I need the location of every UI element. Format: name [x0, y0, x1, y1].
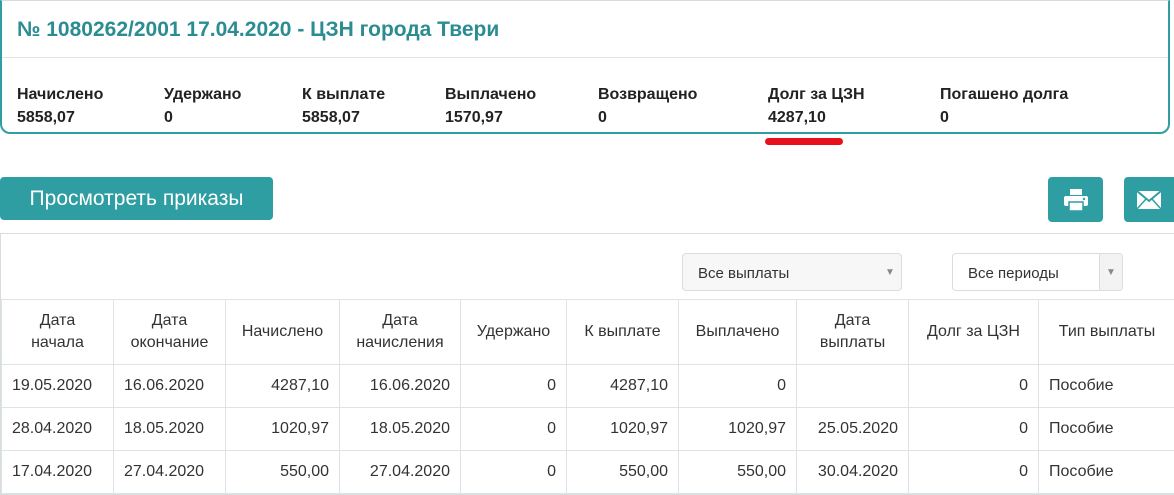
col-header-payment-type[interactable]: Тип выплаты: [1038, 299, 1174, 365]
summary-value: 0: [164, 109, 173, 126]
cell-end-date: 18.05.2020: [113, 407, 226, 451]
cell-accrued: 1020,97: [225, 407, 340, 451]
cell-end-date: 27.04.2020: [113, 450, 226, 494]
summary-label: Выплачено: [445, 86, 537, 103]
cell-withheld: 0: [460, 407, 567, 451]
card-title: № 1080262/2001 17.04.2020 - ЦЗН города Т…: [2, 1, 1168, 58]
cell-payment-type: Пособие: [1038, 364, 1174, 408]
cell-start-date: 17.04.2020: [1, 450, 114, 494]
cell-debt: 0: [908, 450, 1039, 494]
cell-paid: 0: [678, 364, 797, 408]
summary-value: 1570,97: [445, 109, 503, 126]
summary-value: 4287,10: [768, 109, 826, 126]
cell-accrual-date: 18.05.2020: [339, 407, 461, 451]
cell-accrued: 550,00: [225, 450, 340, 494]
cell-accrual-date: 16.06.2020: [339, 364, 461, 408]
summary-label: Погашено долга: [940, 86, 1069, 103]
payments-filter-select[interactable]: Все выплаты ▼: [682, 253, 902, 291]
summary-label: Удержано: [164, 86, 242, 103]
cell-to-pay: 4287,10: [566, 364, 679, 408]
col-header-accrual-date[interactable]: Дата начисления: [339, 299, 461, 365]
col-header-debt[interactable]: Долг за ЦЗН: [908, 299, 1039, 365]
cell-payment-type: Пособие: [1038, 407, 1174, 451]
chevron-down-icon: ▼: [885, 266, 895, 278]
summary-value: 5858,07: [302, 109, 360, 126]
cell-withheld: 0: [460, 364, 567, 408]
summary-debt-repaid: Погашено долга 0: [940, 86, 1068, 127]
col-header-to-pay[interactable]: К выплате: [566, 299, 679, 365]
print-button[interactable]: [1048, 177, 1103, 222]
printer-icon: [1063, 188, 1088, 212]
cell-to-pay: 550,00: [566, 450, 679, 494]
highlight-underline: [765, 138, 843, 145]
table-row: 28.04.2020 18.05.2020 1020,97 18.05.2020…: [1, 407, 1174, 451]
summary-debt: Долг за ЦЗН 4287,10: [768, 86, 865, 127]
summary-paid: Выплачено 1570,97: [445, 86, 536, 127]
cell-payment-date: 25.05.2020: [796, 407, 909, 451]
payments-panel: Все выплаты ▼ Все периоды ▼ Дата начала Д…: [0, 233, 1174, 495]
table-row: 17.04.2020 27.04.2020 550,00 27.04.2020 …: [1, 450, 1174, 494]
payments-table: Дата начала Дата окончание Начислено Дата н…: [1, 299, 1174, 494]
summary-value: 0: [598, 109, 607, 126]
summary-accrued: Начислено 5858,07: [17, 86, 103, 127]
cell-debt: 0: [908, 407, 1039, 451]
col-header-accrued[interactable]: Начислено: [225, 299, 340, 365]
email-button[interactable]: [1124, 177, 1174, 222]
summary-label: Возвращено: [598, 86, 698, 103]
periods-filter-select[interactable]: Все периоды ▼: [952, 253, 1123, 291]
cell-payment-type: Пособие: [1038, 450, 1174, 494]
table-row: 19.05.2020 16.06.2020 4287,10 16.06.2020…: [1, 364, 1174, 408]
summary-label: К выплате: [302, 86, 386, 103]
summary-value: 0: [940, 109, 949, 126]
cell-paid: 550,00: [678, 450, 797, 494]
cell-start-date: 19.05.2020: [1, 364, 114, 408]
summary-value: 5858,07: [17, 109, 75, 126]
col-header-payment-date[interactable]: Дата выплаты: [796, 299, 909, 365]
col-header-end-date[interactable]: Дата окончание: [113, 299, 226, 365]
chevron-down-icon: ▼: [1099, 254, 1122, 290]
cell-start-date: 28.04.2020: [1, 407, 114, 451]
cell-accrued: 4287,10: [225, 364, 340, 408]
view-orders-button[interactable]: Просмотреть приказы: [0, 177, 273, 220]
select-value: Все выплаты: [698, 265, 790, 282]
col-header-withheld[interactable]: Удержано: [460, 299, 567, 365]
col-header-start-date[interactable]: Дата начала: [1, 299, 114, 365]
summary-label: Долг за ЦЗН: [768, 86, 865, 103]
cell-withheld: 0: [460, 450, 567, 494]
summary-label: Начислено: [17, 86, 104, 103]
cell-debt: 0: [908, 364, 1039, 408]
select-value: Все периоды: [968, 265, 1059, 282]
summary-returned: Возвращено 0: [598, 86, 697, 127]
table-header-row: Дата начала Дата окончание Начислено Дата н…: [1, 299, 1174, 365]
cell-payment-date: 30.04.2020: [796, 450, 909, 494]
col-header-paid[interactable]: Выплачено: [678, 299, 797, 365]
cell-to-pay: 1020,97: [566, 407, 679, 451]
cell-accrual-date: 27.04.2020: [339, 450, 461, 494]
cell-end-date: 16.06.2020: [113, 364, 226, 408]
cell-paid: 1020,97: [678, 407, 797, 451]
summary-withheld: Удержано 0: [164, 86, 241, 127]
cell-payment-date: [796, 364, 909, 408]
summary-card: № 1080262/2001 17.04.2020 - ЦЗН города Т…: [0, 0, 1170, 134]
summary-to-pay: К выплате 5858,07: [302, 86, 385, 127]
envelope-icon: [1136, 189, 1162, 210]
